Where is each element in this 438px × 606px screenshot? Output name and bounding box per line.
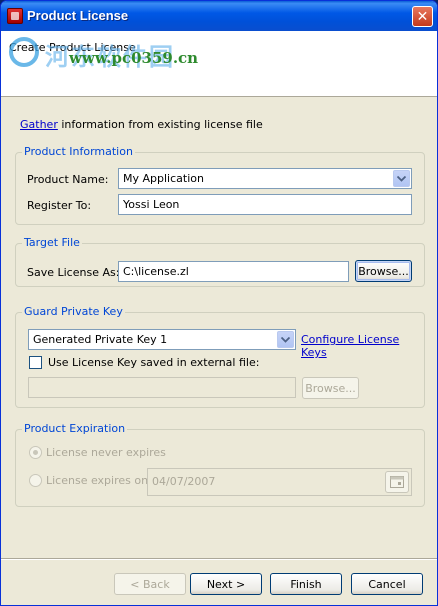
calendar-button[interactable]: [385, 471, 409, 493]
product-license-window: Product License ✕ Create Product License…: [0, 0, 438, 606]
product-license-icon: [7, 8, 23, 24]
next-button[interactable]: Next >: [190, 573, 262, 595]
target-browse-button[interactable]: Browse...: [355, 260, 412, 282]
cancel-button-label: Cancel: [368, 577, 406, 591]
gather-row: Gather information from existing license…: [20, 118, 263, 131]
close-icon: ✕: [416, 8, 429, 25]
product-name-label: Product Name:: [27, 173, 109, 186]
gather-description: information from existing license file: [57, 118, 263, 131]
expires-on-label: License expires on:: [46, 474, 152, 487]
finish-button-label: Finish: [290, 577, 322, 591]
expiration-date-input[interactable]: 04/07/2007: [147, 468, 412, 496]
product-expiration-title: Product Expiration: [22, 422, 128, 435]
chevron-down-icon[interactable]: [393, 170, 410, 187]
product-name-combo[interactable]: My Application: [118, 168, 412, 189]
cancel-button[interactable]: Cancel: [351, 573, 423, 595]
product-name-value: My Application: [123, 172, 204, 185]
never-expires-label: License never expires: [46, 446, 166, 459]
chevron-down-icon[interactable]: [277, 331, 294, 348]
register-to-label: Register To:: [27, 199, 92, 212]
back-button-label: < Back: [130, 577, 170, 591]
product-expiration-group: Product Expiration License never expires…: [15, 422, 425, 507]
guard-private-key-group: Guard Private Key Generated Private Key …: [15, 305, 425, 408]
save-license-as-input[interactable]: C:\license.zl: [118, 261, 349, 282]
never-expires-radio[interactable]: [29, 446, 42, 459]
close-button[interactable]: ✕: [412, 6, 433, 27]
watermark: 河东软件园 www.pc0359.cn: [9, 31, 209, 91]
use-external-key-checkbox[interactable]: [29, 356, 42, 369]
use-external-key-label: Use License Key saved in external file:: [48, 356, 260, 369]
wizard-header: Create Product License 河东软件园 www.pc0359.…: [1, 31, 437, 97]
private-key-combo[interactable]: Generated Private Key 1: [28, 329, 296, 350]
guard-private-key-title: Guard Private Key: [22, 305, 125, 318]
title-bar[interactable]: Product License ✕: [1, 1, 437, 31]
bottom-separator: [1, 558, 437, 560]
product-information-group: Product Information Product Name: My App…: [15, 145, 425, 225]
next-button-label: Next >: [206, 577, 246, 591]
target-file-group: Target File Save License As: C:\license.…: [15, 236, 425, 287]
finish-button[interactable]: Finish: [270, 573, 342, 595]
configure-license-keys-link[interactable]: Configure License Keys: [301, 333, 424, 359]
back-button[interactable]: < Back: [114, 573, 186, 595]
wizard-subtitle: Create Product License: [9, 41, 136, 54]
product-information-title: Product Information: [22, 145, 135, 158]
save-license-as-label: Save License As:: [27, 266, 120, 279]
expiration-date-value: 04/07/2007: [152, 475, 216, 488]
gather-link[interactable]: Gather: [20, 118, 58, 131]
window-title: Product License: [27, 8, 129, 23]
expires-on-radio[interactable]: [29, 474, 42, 487]
register-to-input[interactable]: Yossi Leon: [118, 194, 412, 215]
external-key-path-input[interactable]: [28, 377, 296, 398]
target-file-title: Target File: [22, 236, 82, 249]
calendar-icon: [390, 476, 404, 488]
external-key-browse-button[interactable]: Browse...: [302, 377, 359, 399]
private-key-value: Generated Private Key 1: [33, 333, 168, 346]
